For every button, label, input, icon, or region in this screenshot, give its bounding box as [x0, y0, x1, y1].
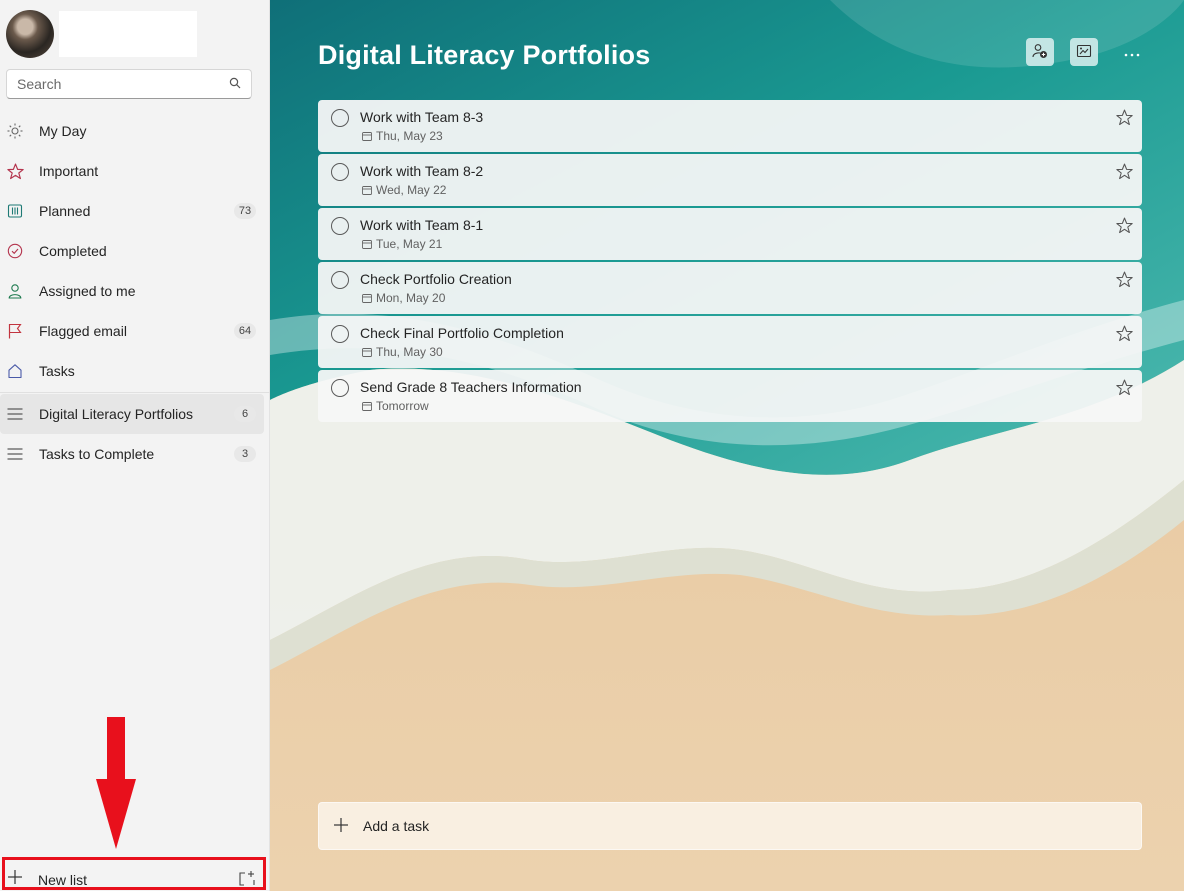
- task-list: Work with Team 8-3 Thu, May 23 Work with…: [318, 100, 1142, 424]
- task-title[interactable]: Check Final Portfolio Completion: [360, 325, 564, 341]
- search-input[interactable]: Search: [17, 76, 229, 92]
- complete-checkbox[interactable]: [331, 217, 349, 235]
- sidebar-item-label: Assigned to me: [39, 283, 136, 299]
- due-date-text: Tomorrow: [376, 399, 429, 413]
- search-icon[interactable]: [229, 76, 241, 92]
- task-item[interactable]: Send Grade 8 Teachers Information Tomorr…: [318, 370, 1142, 422]
- star-icon[interactable]: [1116, 271, 1133, 291]
- task-due-date: Thu, May 23: [362, 129, 443, 143]
- avatar[interactable]: [6, 10, 54, 58]
- red-arrow-annotation: [96, 717, 136, 849]
- calendar-icon: [362, 131, 372, 141]
- due-date-text: Tue, May 21: [376, 237, 443, 251]
- calendar-icon: [362, 347, 372, 357]
- sidebar-item-tasks[interactable]: Tasks: [0, 351, 264, 391]
- suggestions-button[interactable]: [1070, 38, 1098, 66]
- task-title[interactable]: Check Portfolio Creation: [360, 271, 512, 287]
- sidebar-item-label: My Day: [39, 123, 87, 139]
- task-due-date: Thu, May 30: [362, 345, 443, 359]
- task-item[interactable]: Work with Team 8-2 Wed, May 22: [318, 154, 1142, 206]
- sidebar-item-flagged-email[interactable]: Flagged email 64: [0, 311, 264, 351]
- list-icon: [6, 405, 24, 423]
- sidebar-list-digital-literacy-portfolios[interactable]: Digital Literacy Portfolios 6: [0, 394, 264, 434]
- due-date-text: Wed, May 22: [376, 183, 447, 197]
- sidebar-item-label: Tasks: [39, 363, 75, 379]
- due-date-text: Thu, May 30: [376, 345, 443, 359]
- sidebar-list-tasks-to-complete[interactable]: Tasks to Complete 3: [0, 434, 264, 474]
- complete-checkbox[interactable]: [331, 109, 349, 127]
- calendar-icon: [362, 185, 372, 195]
- complete-checkbox[interactable]: [331, 271, 349, 289]
- star-icon[interactable]: [1116, 217, 1133, 237]
- task-due-date: Mon, May 20: [362, 291, 445, 305]
- due-date-text: Thu, May 23: [376, 129, 443, 143]
- count-badge: 64: [234, 323, 256, 339]
- sidebar-item-my-day[interactable]: My Day: [0, 111, 264, 151]
- divider: [0, 392, 270, 393]
- sidebar-item-label: Important: [39, 163, 99, 179]
- task-item[interactable]: Check Portfolio Creation Mon, May 20: [318, 262, 1142, 314]
- task-item[interactable]: Work with Team 8-3 Thu, May 23: [318, 100, 1142, 152]
- sidebar-item-assigned-to-me[interactable]: Assigned to me: [0, 271, 264, 311]
- task-item[interactable]: Work with Team 8-1 Tue, May 21: [318, 208, 1142, 260]
- calendar-grid-icon: [6, 202, 24, 220]
- sidebar-item-planned[interactable]: Planned 73: [0, 191, 264, 231]
- sidebar-item-label: Planned: [39, 203, 91, 219]
- task-due-date: Tomorrow: [362, 399, 429, 413]
- plus-icon[interactable]: [8, 870, 22, 887]
- add-person-icon: [1032, 43, 1048, 62]
- page-title: Digital Literacy Portfolios: [318, 40, 651, 70]
- task-title[interactable]: Work with Team 8-2: [360, 163, 483, 179]
- new-list-button[interactable]: New list: [38, 872, 87, 888]
- profile[interactable]: [6, 10, 197, 58]
- complete-checkbox[interactable]: [331, 379, 349, 397]
- calendar-icon: [362, 293, 372, 303]
- task-title[interactable]: Work with Team 8-3: [360, 109, 483, 125]
- count-badge: 73: [234, 203, 256, 219]
- count-badge: 6: [234, 406, 256, 422]
- account-name-redacted: [59, 11, 197, 57]
- sidebar-item-important[interactable]: Important: [0, 151, 264, 191]
- star-icon[interactable]: [1116, 379, 1133, 399]
- plus-icon[interactable]: [334, 817, 348, 835]
- sun-icon: [6, 122, 24, 140]
- sidebar-item-label: Flagged email: [39, 323, 127, 339]
- calendar-icon: [362, 239, 372, 249]
- complete-checkbox[interactable]: [331, 325, 349, 343]
- task-item[interactable]: Check Final Portfolio Completion Thu, Ma…: [318, 316, 1142, 368]
- more-options-button[interactable]: [1118, 38, 1146, 66]
- flag-icon: [6, 322, 24, 340]
- sidebar-item-label: Completed: [39, 243, 107, 259]
- task-due-date: Wed, May 22: [362, 183, 446, 197]
- person-icon: [6, 282, 24, 300]
- complete-checkbox[interactable]: [331, 163, 349, 181]
- star-icon[interactable]: [1116, 109, 1133, 129]
- sidebar: Search My Day Important Planned 73 Compl…: [0, 0, 270, 891]
- due-date-text: Mon, May 20: [376, 291, 446, 305]
- sidebar-nav: My Day Important Planned 73 Completed As…: [0, 111, 270, 474]
- sidebar-item-label: Tasks to Complete: [39, 446, 155, 462]
- star-icon: [6, 162, 24, 180]
- star-icon[interactable]: [1116, 163, 1133, 183]
- count-badge: 3: [234, 446, 256, 462]
- new-list-bar[interactable]: New list: [2, 857, 266, 890]
- search-box[interactable]: Search: [6, 69, 252, 99]
- sidebar-item-completed[interactable]: Completed: [0, 231, 264, 271]
- picture-icon: [1076, 43, 1092, 62]
- add-task-input[interactable]: Add a task: [363, 818, 429, 834]
- add-task-bar[interactable]: Add a task: [318, 802, 1142, 850]
- share-button[interactable]: [1026, 38, 1054, 66]
- task-title[interactable]: Send Grade 8 Teachers Information: [360, 379, 582, 395]
- list-icon: [6, 445, 24, 463]
- calendar-icon: [362, 401, 372, 411]
- new-group-icon[interactable]: [239, 870, 257, 889]
- sidebar-item-label: Digital Literacy Portfolios: [39, 406, 194, 422]
- task-title[interactable]: Work with Team 8-1: [360, 217, 483, 233]
- check-circle-icon: [6, 242, 24, 260]
- main-panel: Digital Literacy Portfolios Work with Te…: [270, 0, 1184, 891]
- star-icon[interactable]: [1116, 325, 1133, 345]
- ellipsis-icon: [1124, 44, 1140, 60]
- task-due-date: Tue, May 21: [362, 237, 442, 251]
- home-icon: [6, 362, 24, 380]
